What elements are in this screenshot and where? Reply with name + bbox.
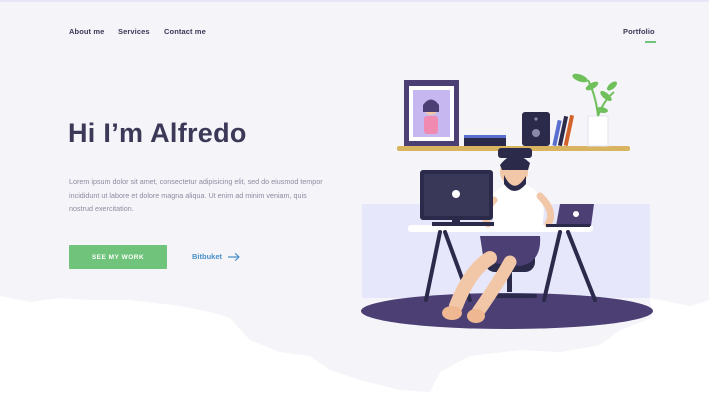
nav-about-link[interactable]: About me [69, 27, 104, 36]
bitbucket-link-label: Bitbuket [192, 252, 222, 261]
top-navigation: About me Services Contact me Portfolio [0, 27, 709, 39]
nav-portfolio-link[interactable]: Portfolio [623, 27, 655, 36]
nav-contact-link[interactable]: Contact me [164, 27, 206, 36]
arrow-right-icon [228, 252, 240, 261]
hero-illustration [361, 73, 653, 329]
see-my-work-label: SEE MY WORK [91, 253, 145, 261]
top-border [0, 0, 709, 2]
nav-services-link[interactable]: Services [118, 27, 150, 36]
hero-title: Hi I’m Alfredo [68, 118, 247, 148]
bitbucket-link[interactable]: Bitbuket [192, 252, 240, 261]
active-nav-indicator [645, 41, 656, 43]
hero-description: Lorem ipsum dolor sit amet, consectetur … [69, 177, 323, 213]
see-my-work-button[interactable]: SEE MY WORK [69, 245, 167, 269]
